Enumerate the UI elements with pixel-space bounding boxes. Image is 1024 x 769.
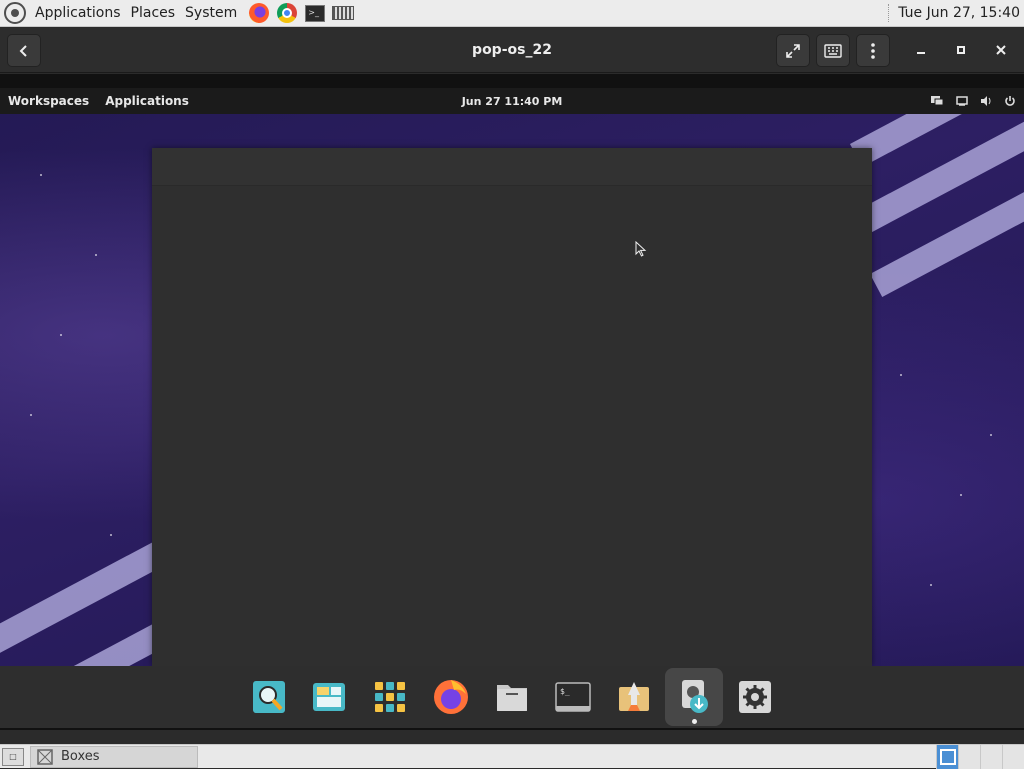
host-taskbar: □ Boxes [0, 744, 1024, 769]
app-grid-icon [375, 682, 405, 712]
dock-installer[interactable] [605, 668, 663, 726]
disk-installer-icon [682, 680, 708, 713]
keyboard-icon [824, 43, 842, 58]
dock-search[interactable] [240, 668, 298, 726]
menu-applications[interactable]: Applications [30, 5, 126, 21]
mouse-cursor-icon [635, 241, 647, 257]
guest-display[interactable]: Workspaces Applications Jun 27 11:40 PM [0, 74, 1024, 730]
taskbar-boxes-label: Boxes [61, 749, 100, 764]
svg-text:$_: $_ [560, 687, 570, 696]
power-icon[interactable] [1004, 95, 1016, 107]
guest-top-bar: Workspaces Applications Jun 27 11:40 PM [0, 88, 1024, 114]
workspaces-icon [313, 683, 345, 711]
volume-icon[interactable] [980, 95, 992, 107]
minimize-button[interactable] [907, 36, 935, 64]
more-icon [871, 42, 875, 59]
workspace-1[interactable] [936, 744, 958, 769]
network-icon[interactable] [956, 96, 968, 106]
taskbar-boxes-item[interactable]: Boxes [30, 745, 198, 768]
guest-app-headerbar[interactable] [152, 148, 872, 186]
workspace-4[interactable] [1002, 744, 1024, 769]
chrome-launcher[interactable] [276, 2, 298, 24]
host-clock[interactable]: Tue Jun 27, 15:40 [898, 5, 1020, 21]
close-button[interactable] [987, 36, 1015, 64]
files-icon [497, 685, 527, 711]
keyboard-button[interactable] [816, 34, 850, 67]
dock-workspaces[interactable] [300, 668, 358, 726]
workspace-2[interactable] [958, 744, 980, 769]
terminal-launcher[interactable]: >_ [304, 2, 326, 24]
fullscreen-icon [786, 43, 800, 58]
system-logo-icon[interactable] [4, 2, 26, 24]
dock-firefox[interactable] [422, 668, 480, 726]
close-icon [996, 45, 1006, 55]
dock-disk-installer[interactable] [665, 668, 723, 726]
boxes-app-icon [37, 748, 53, 765]
guest-app-window[interactable] [152, 148, 872, 666]
fullscreen-button[interactable] [776, 34, 810, 67]
chrome-icon [277, 3, 298, 23]
display-icon[interactable] [930, 95, 944, 107]
guest-workspaces-button[interactable]: Workspaces [0, 94, 97, 108]
minimize-icon [917, 52, 925, 54]
settings-icon [739, 681, 771, 713]
running-indicator [692, 719, 697, 724]
dock-terminal[interactable]: $_ [544, 668, 602, 726]
panel-separator [888, 4, 890, 22]
host-top-panel: Applications Places System >_ Tue Jun 27… [0, 0, 1024, 27]
search-icon [253, 681, 285, 713]
guest-dock: $_ [0, 666, 1024, 728]
vm-launcher[interactable] [332, 2, 355, 24]
guest-applications-button[interactable]: Applications [97, 94, 197, 108]
maximize-icon [957, 46, 965, 54]
more-options-button[interactable] [856, 34, 890, 67]
installer-icon [619, 682, 649, 711]
firefox-launcher[interactable] [248, 2, 270, 24]
terminal-icon: >_ [305, 4, 326, 22]
menu-places[interactable]: Places [126, 5, 181, 21]
dock-settings[interactable] [726, 668, 784, 726]
firefox-icon [249, 3, 270, 23]
show-desktop-button[interactable]: □ [2, 747, 24, 766]
terminal-icon: $_ [555, 682, 591, 712]
firefox-icon [434, 680, 468, 714]
dock-files[interactable] [483, 668, 541, 726]
boxes-headerbar: pop-os_22 [0, 28, 1024, 73]
maximize-button[interactable] [947, 36, 975, 64]
dock-app-grid[interactable] [361, 668, 419, 726]
vm-icon [332, 6, 355, 20]
menu-system[interactable]: System [180, 5, 242, 21]
workspace-3[interactable] [980, 744, 1002, 769]
